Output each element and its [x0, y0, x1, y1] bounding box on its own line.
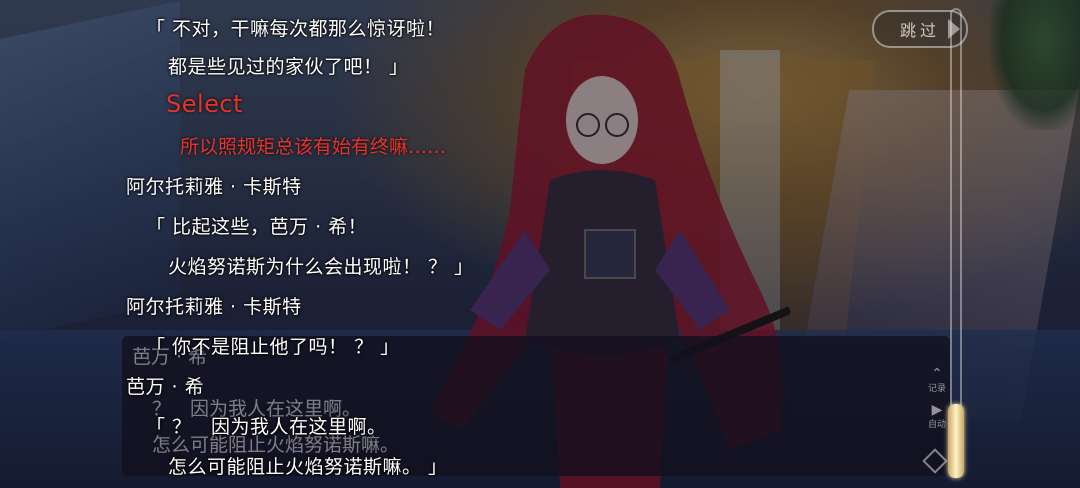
log-speaker-name: 阿尔托莉雅 · 卡斯特: [126, 296, 302, 318]
log-line: 都是些见过的家伙了吧！ 」: [168, 56, 409, 78]
game-scene: 芭万 · 希 ？ 因为我人在这里啊。 怎么可能阻止火焰努诺斯嘛。 「 不对，干嘛…: [0, 0, 1080, 488]
chevron-up-icon: ⌃: [931, 366, 943, 382]
log-button[interactable]: ⌃ 记录: [924, 366, 950, 394]
log-scrollbar-thumb[interactable]: [948, 404, 964, 478]
play-icon: ▶: [931, 402, 943, 418]
log-line: 火焰努诺斯为什么会出现啦！ ？ 」: [168, 256, 474, 278]
log-speaker-name: 芭万 · 希: [126, 376, 205, 398]
log-choice-text: 所以照规矩总该有始有终嘛……: [180, 136, 447, 158]
log-line: 「 ？ 因为我人在这里啊。: [146, 416, 387, 438]
auto-button[interactable]: ▶ 自动: [924, 402, 950, 430]
log-button-label: 记录: [927, 384, 946, 394]
log-speaker-name: 阿尔托莉雅 · 卡斯特: [126, 176, 302, 198]
log-line: 「 不对，干嘛每次都那么惊讶啦！: [146, 18, 446, 40]
log-line: 怎么可能阻止火焰努诺斯嘛。 」: [168, 456, 448, 478]
skip-button-label: 跳过: [899, 21, 940, 40]
log-select-label: Select: [166, 90, 244, 118]
auto-button-label: 自动: [927, 420, 946, 430]
log-line: 「 比起这些，芭万 · 希！: [146, 216, 368, 238]
log-line: 「 你不是阻止他了吗！ ？ 」: [146, 336, 400, 358]
